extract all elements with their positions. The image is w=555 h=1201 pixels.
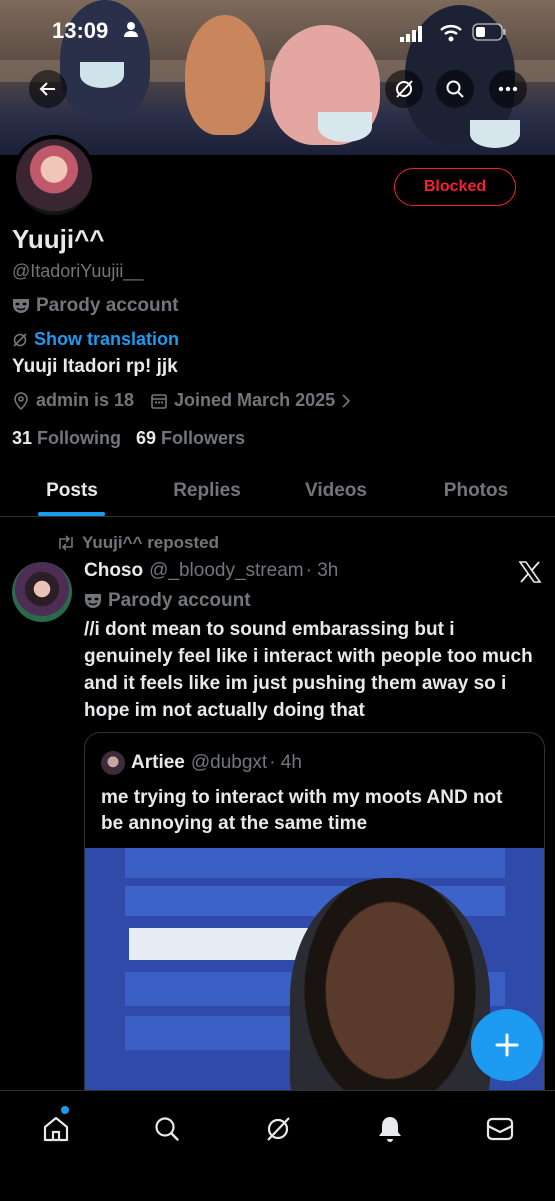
blocked-button[interactable]: Blocked [394, 168, 516, 206]
post-parody-row: Parody account [84, 590, 251, 612]
show-translation-row[interactable]: Show translation [12, 329, 179, 350]
show-translation-link[interactable]: Show translation [34, 329, 179, 350]
profile-meta-row: admin is 18 Joined March 2025 [12, 390, 351, 411]
quote-author-name: Artiee [131, 752, 185, 773]
quote-header: Artiee @dubgxt · 4h [101, 751, 302, 775]
mask-icon [13, 299, 29, 313]
slash-circle-icon [396, 80, 413, 98]
tab-posts[interactable]: Posts [22, 466, 122, 516]
slash-circle-icon [13, 332, 27, 347]
nav-grok[interactable] [258, 1109, 298, 1149]
post-author-handle[interactable]: @_bloody_stream [149, 560, 303, 582]
more-button[interactable] [489, 70, 527, 108]
parody-label-row: Parody account [12, 295, 179, 317]
active-tab-indicator [38, 512, 105, 516]
avatar-image [16, 139, 92, 215]
location-icon [14, 391, 28, 410]
quote-text: me trying to interact with my moots AND … [101, 787, 503, 834]
tab-videos[interactable]: Videos [286, 466, 386, 516]
nav-messages[interactable] [480, 1109, 520, 1149]
nav-home[interactable] [36, 1106, 76, 1149]
post-author-name[interactable]: Choso [84, 560, 143, 582]
plus-icon [495, 1033, 519, 1057]
repost-icon [59, 535, 73, 551]
bottom-nav [0, 1090, 555, 1201]
x-logo-icon [518, 561, 542, 583]
post-author-avatar[interactable] [12, 562, 72, 622]
nav-notifications[interactable] [370, 1109, 410, 1149]
parody-label: Parody account [36, 295, 179, 316]
repost-indicator: Yuuji^^ reposted [56, 533, 219, 553]
media-person [290, 878, 490, 1113]
search-button[interactable] [436, 70, 474, 108]
post-time: · 3h [305, 560, 339, 581]
post-parody-label: Parody account [108, 590, 251, 611]
banner-bowl-3 [470, 120, 520, 148]
home-icon [43, 1116, 69, 1142]
profile-tabs: Posts Replies Videos Photos [0, 466, 555, 517]
quote-time: · 4h [269, 752, 302, 773]
post-header: Choso @_bloody_stream · 3h [84, 560, 338, 582]
battery-icon [472, 23, 506, 41]
compose-button[interactable] [471, 1009, 543, 1081]
more-icon [498, 86, 518, 92]
signal-icon [400, 26, 422, 42]
profile-bio: Yuuji Itadori rp! jjk [12, 356, 178, 377]
calendar-icon [151, 393, 167, 409]
nav-search[interactable] [147, 1109, 187, 1149]
reposted-label[interactable]: Yuuji^^ reposted [82, 533, 219, 553]
back-button[interactable] [29, 70, 67, 108]
profile-name: Yuuji^^ [12, 224, 105, 254]
bell-icon [379, 1117, 401, 1142]
tab-photos[interactable]: Photos [426, 466, 526, 516]
profile-handle: @ItadoriYuujii__ [12, 261, 144, 281]
following-count[interactable]: 31 [12, 428, 32, 449]
tab-replies[interactable]: Replies [157, 466, 257, 516]
post-text: //i dont mean to sound embarassing but i… [84, 619, 533, 721]
status-time: 13:09 [52, 18, 109, 43]
followers-count[interactable]: 69 [136, 428, 156, 449]
person-icon [124, 22, 138, 37]
chevron-right-icon [342, 393, 351, 408]
avatar[interactable] [12, 135, 96, 219]
banner-bowl-2 [80, 62, 124, 88]
mail-icon [486, 1117, 514, 1141]
banner-figure-2 [185, 15, 265, 135]
quote-author-handle: @dubgxt [190, 752, 268, 773]
quote-media[interactable] [85, 848, 544, 1113]
wifi-icon [440, 25, 462, 42]
search-icon [155, 1117, 179, 1141]
home-notification-dot [61, 1106, 69, 1114]
banner-bowl-1 [318, 112, 372, 142]
profile-location: admin is 18 [36, 390, 135, 410]
search-icon [446, 80, 464, 98]
profile-joined[interactable]: Joined March 2025 [174, 390, 335, 411]
followers-label[interactable]: Followers [161, 428, 245, 449]
grok-icon [267, 1117, 290, 1141]
following-label[interactable]: Following [37, 428, 121, 449]
grok-button[interactable] [385, 70, 423, 108]
quote-author-avatar [101, 751, 125, 775]
mask-icon [85, 594, 101, 608]
media-screen-band-1 [125, 848, 505, 878]
follow-counts: 31 Following 69 Followers [12, 428, 245, 449]
arrow-left-icon [39, 82, 55, 96]
